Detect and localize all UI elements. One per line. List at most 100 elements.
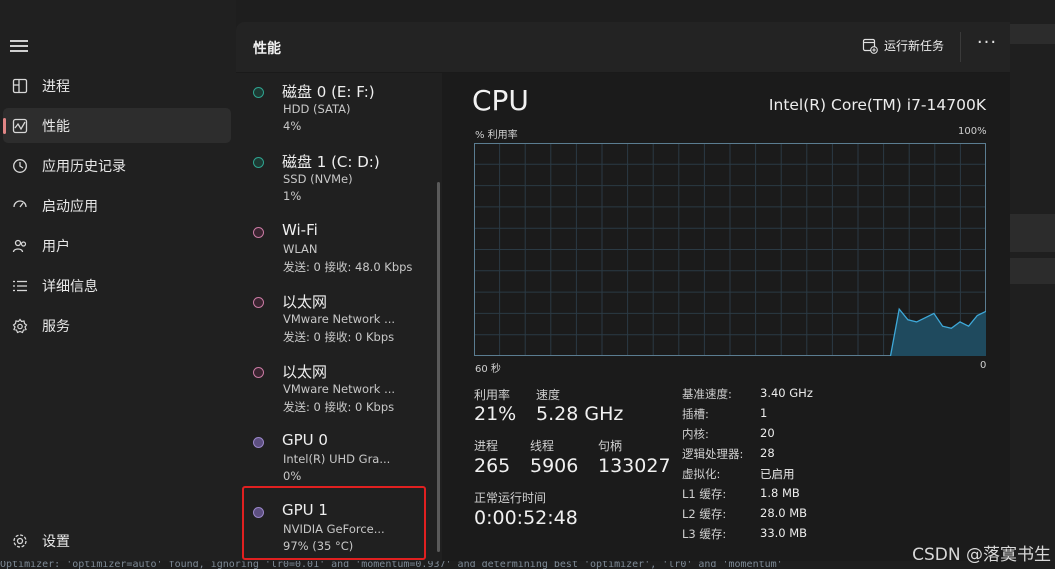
logical-processors-value: 28 [760, 446, 775, 460]
nav-item-startup-apps[interactable]: 启动应用 [3, 188, 231, 223]
device-name: 磁盘 1 (C: D:) [282, 153, 380, 171]
device-item-ethernet-1[interactable]: 以太网 VMware Network ... 发送: 0 接收: 0 Kbps [240, 286, 428, 352]
panel-header: 性能 运行新任务 ··· [236, 22, 1010, 73]
cpu-utilization-graph [474, 143, 986, 356]
speed-label: 速度 [536, 388, 561, 402]
app-history-icon [11, 157, 29, 175]
nav-item-label: 详细信息 [42, 278, 98, 295]
device-value: 0% [283, 469, 302, 483]
page-title: 性能 [253, 41, 281, 57]
device-item-wifi[interactable]: Wi-Fi WLAN 发送: 0 接收: 48.0 Kbps [240, 216, 428, 282]
run-new-task-button[interactable]: 运行新任务 [862, 37, 944, 54]
cpu-model: Intel(R) Core(TM) i7-14700K [768, 96, 986, 114]
network-status-dot [253, 297, 264, 308]
device-subtitle: WLAN [283, 242, 318, 256]
device-value: 97% (35 °C) [283, 539, 354, 553]
disk-status-dot [253, 157, 264, 168]
threads-label: 线程 [530, 439, 555, 453]
startup-apps-icon [11, 197, 29, 215]
processes-icon [11, 77, 29, 95]
sockets-label: 插槽: [682, 407, 709, 421]
settings-gear-icon [11, 532, 29, 550]
nav-item-label: 服务 [42, 318, 70, 335]
l1-cache-label: L1 缓存: [682, 487, 727, 501]
l3-cache-label: L3 缓存: [682, 527, 727, 541]
nav-item-users[interactable]: 用户 [3, 228, 231, 263]
details-icon [11, 277, 29, 295]
device-name: 以太网 [282, 363, 328, 381]
nav-item-label: 应用历史记录 [42, 158, 126, 175]
gpu-status-dot [253, 507, 264, 518]
performance-icon [11, 117, 29, 135]
device-item-disk-0[interactable]: 磁盘 0 (E: F:) HDD (SATA) 4% [240, 76, 428, 142]
device-name: GPU 0 [282, 431, 328, 449]
device-list-scrollbar[interactable] [437, 182, 440, 552]
cores-value: 20 [760, 426, 775, 440]
navigation-pane: 进程 性能 应用历史记录 启动应用 用户 详细信息 服务 设置 [0, 0, 236, 569]
background-window-bar [1010, 24, 1055, 44]
network-status-dot [253, 227, 264, 238]
nav-item-app-history[interactable]: 应用历史记录 [3, 148, 231, 183]
device-value: 4% [283, 119, 302, 133]
handles-label: 句柄 [598, 439, 623, 453]
device-list: 磁盘 0 (E: F:) HDD (SATA) 4% 磁盘 1 (C: D:) … [236, 73, 442, 569]
uptime-label: 正常运行时间 [474, 491, 547, 505]
nav-item-settings[interactable]: 设置 [3, 523, 231, 558]
nav-item-services[interactable]: 服务 [3, 308, 231, 343]
l2-cache-label: L2 缓存: [682, 507, 727, 521]
device-value: 发送: 0 接收: 48.0 Kbps [283, 260, 413, 274]
graph-xmin: 0 [980, 360, 987, 371]
nav-item-details[interactable]: 详细信息 [3, 268, 231, 303]
processes-label: 进程 [474, 439, 499, 453]
device-value: 发送: 0 接收: 0 Kbps [283, 330, 395, 344]
nav-item-label: 性能 [42, 118, 70, 135]
device-subtitle: VMware Network ... [283, 382, 396, 396]
nav-item-label: 进程 [42, 78, 70, 95]
nav-item-label: 启动应用 [42, 198, 98, 215]
uptime-value: 0:00:52:48 [474, 507, 578, 529]
device-name: GPU 1 [282, 501, 328, 519]
l2-cache-value: 28.0 MB [760, 506, 808, 520]
background-window-edge [1010, 0, 1055, 569]
run-task-label: 运行新任务 [884, 39, 945, 53]
device-name: 磁盘 0 (E: F:) [282, 83, 375, 101]
processes-value: 265 [474, 455, 511, 477]
settings-label: 设置 [42, 533, 70, 550]
device-subtitle: Intel(R) UHD Gra... [283, 452, 391, 466]
device-item-disk-1[interactable]: 磁盘 1 (C: D:) SSD (NVMe) 1% [240, 146, 428, 212]
disk-status-dot [253, 87, 264, 98]
device-name: 以太网 [282, 293, 328, 311]
background-window-bar [1010, 214, 1055, 252]
l1-cache-value: 1.8 MB [760, 486, 800, 500]
base-speed-label: 基准速度: [682, 387, 732, 401]
device-subtitle: SSD (NVMe) [283, 172, 353, 186]
more-options-button[interactable]: ··· [974, 34, 1000, 58]
sockets-value: 1 [760, 406, 768, 420]
hamburger-menu-icon[interactable] [10, 38, 28, 52]
nav-item-performance[interactable]: 性能 [3, 108, 231, 143]
background-window-bar [1010, 258, 1055, 284]
nav-item-label: 用户 [42, 238, 70, 255]
device-name: Wi-Fi [282, 221, 318, 239]
graph-ylabel: % 利用率 [475, 130, 518, 141]
services-icon [11, 317, 29, 335]
device-item-ethernet-2[interactable]: 以太网 VMware Network ... 发送: 0 接收: 0 Kbps [240, 356, 428, 422]
device-item-gpu-0[interactable]: GPU 0 Intel(R) UHD Gra... 0% [240, 426, 428, 492]
nav-item-processes[interactable]: 进程 [3, 68, 231, 103]
users-icon [11, 237, 29, 255]
handles-value: 133027 [598, 455, 671, 477]
speed-value: 5.28 GHz [536, 403, 624, 425]
gpu-status-dot [253, 437, 264, 448]
utilization-label: 利用率 [474, 388, 511, 402]
utilization-value: 21% [474, 403, 517, 425]
csdn-watermark: CSDN @落寞书生 [912, 545, 1051, 565]
device-item-gpu-1[interactable]: GPU 1 NVIDIA GeForce... 97% (35 °C) [240, 496, 428, 562]
cpu-title: CPU [472, 84, 529, 117]
device-value: 1% [283, 189, 302, 203]
device-value: 发送: 0 接收: 0 Kbps [283, 400, 395, 414]
background-console-text: Optimizer: 'optimizer=auto' found, ignor… [0, 561, 1055, 569]
graph-ymax: 100% [958, 126, 987, 137]
cores-label: 内核: [682, 427, 709, 441]
threads-value: 5906 [530, 455, 579, 477]
device-subtitle: VMware Network ... [283, 312, 396, 326]
